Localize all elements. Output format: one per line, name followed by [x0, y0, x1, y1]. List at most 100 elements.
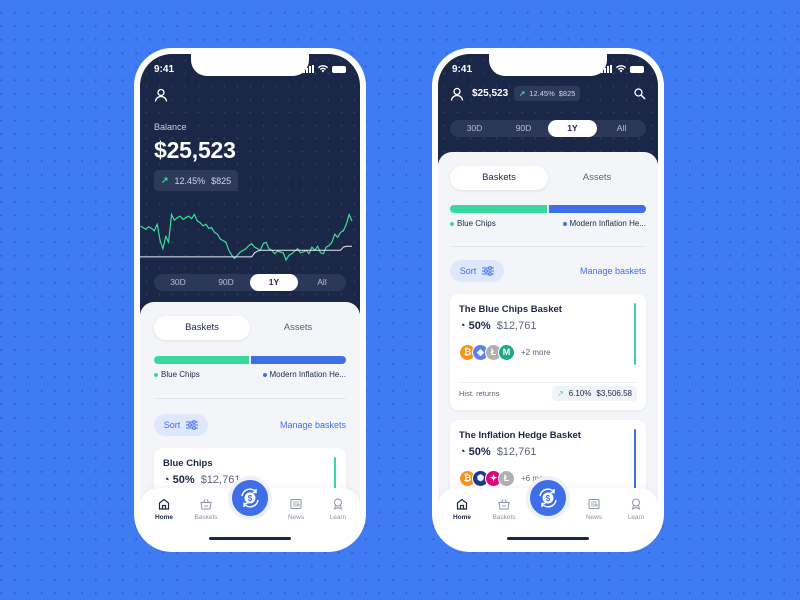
svg-text:$: $ [248, 494, 253, 503]
phone-home-screen: 9:41 Balance $25,523 ↗ 12.45% $825 30D 9… [134, 48, 366, 552]
nav-news[interactable]: News [278, 498, 314, 521]
range-90d[interactable]: 90D [202, 274, 250, 291]
nav-home[interactable]: Home [146, 498, 182, 521]
range-all[interactable]: All [597, 120, 646, 137]
home-icon [158, 498, 170, 510]
basket-icon [498, 499, 510, 510]
hist-pct: 6.10% [568, 389, 592, 398]
allocation-bar [154, 356, 346, 364]
svg-text:$: $ [546, 494, 551, 503]
legend-inflation: Modern Inflation He... [569, 219, 646, 228]
nav-label: Baskets [194, 514, 218, 521]
news-icon [588, 499, 600, 509]
award-icon [631, 498, 641, 510]
nav-baskets[interactable]: Baskets [486, 498, 522, 521]
nav-baskets[interactable]: Baskets [188, 498, 224, 521]
exchange-button[interactable]: $ [526, 476, 570, 520]
basket-card-blue-chips[interactable]: The Blue Chips Basket ◔ 50% $12,761 ₿ ◆ Ł … [450, 294, 646, 410]
manage-baskets-link[interactable]: Manage baskets [580, 266, 646, 276]
change-pct: 12.45% [529, 89, 555, 98]
balance-chart [140, 212, 353, 262]
notch [191, 54, 309, 76]
sort-button[interactable]: Sort [154, 414, 208, 436]
basket-icon [200, 499, 212, 510]
exchange-dollar-icon: $ [241, 488, 259, 508]
allocation-legend: Blue Chips Modern Inflation He... [154, 370, 346, 382]
range-1y[interactable]: 1Y [548, 120, 597, 137]
nav-news[interactable]: News [576, 498, 612, 521]
pie-icon: ◔ [163, 474, 170, 486]
nav-label: Learn [329, 514, 347, 521]
battery-icon [630, 65, 644, 73]
divider [154, 398, 346, 399]
range-30d[interactable]: 30D [154, 274, 202, 291]
basket-title: The Inflation Hedge Basket [459, 430, 581, 441]
manage-baskets-link[interactable]: Manage baskets [280, 420, 346, 430]
sort-label: Sort [163, 420, 181, 430]
arrow-up-right-icon: ↗ [519, 89, 526, 98]
tab-baskets[interactable]: Baskets [154, 316, 250, 340]
search-icon[interactable] [634, 88, 646, 100]
screen: 9:41 $25,523 ↗ 12.45% $825 30D 90D 1Y Al… [438, 54, 658, 546]
arrow-up-right-icon: ↗ [161, 175, 169, 185]
allocation-segment-inflation [549, 205, 646, 213]
nav-learn[interactable]: Learn [618, 498, 654, 521]
legend-blue-chips: Blue Chips [161, 370, 200, 379]
battery-icon [332, 65, 346, 73]
nav-label: News [585, 514, 603, 521]
legend-dot [154, 372, 158, 377]
allocation-segment-inflation [251, 356, 346, 364]
nav-label: Learn [627, 514, 645, 521]
balance-value: $25,523 [154, 137, 236, 163]
basket-title: The Blue Chips Basket [459, 304, 562, 315]
hist-returns-value: ↗ 6.10% $3,506.58 [552, 386, 637, 401]
range-all[interactable]: All [298, 274, 346, 291]
range-selector: 30D 90D 1Y All [154, 274, 346, 291]
bottom-nav: Home Baskets $ News Learn [438, 476, 658, 546]
nav-label: Home [154, 514, 174, 521]
profile-icon[interactable] [450, 87, 464, 101]
basket-amount: $12,761 [496, 320, 537, 332]
range-30d[interactable]: 30D [450, 120, 499, 137]
change-amount: $825 [558, 89, 576, 98]
hist-returns-label: Hist. returns [459, 389, 500, 398]
allocation-segment-blue-chips [154, 356, 249, 364]
nav-home[interactable]: Home [444, 498, 480, 521]
wifi-icon [616, 65, 626, 73]
bottom-nav: Home Baskets $ News Learn [140, 476, 360, 546]
legend-dot [562, 221, 567, 226]
change-pct: 12.45% [174, 175, 206, 186]
balance-label: Balance [154, 122, 187, 132]
status-time: 9:41 [154, 64, 175, 75]
screen: 9:41 Balance $25,523 ↗ 12.45% $825 30D 9… [140, 54, 360, 546]
tabs: Baskets Assets [154, 316, 346, 340]
nav-learn[interactable]: Learn [320, 498, 356, 521]
change-chip: ↗ 12.45% $825 [154, 170, 239, 191]
profile-icon[interactable] [154, 88, 168, 102]
basket-title: Blue Chips [163, 458, 213, 469]
legend-inflation: Modern Inflation He... [269, 370, 346, 379]
exchange-dollar-icon: $ [539, 488, 557, 508]
change-amount: $825 [211, 175, 232, 186]
coin-icon: M [498, 344, 515, 361]
legend-dot [262, 372, 267, 377]
tab-assets[interactable]: Assets [548, 166, 646, 190]
pie-icon: ◔ [459, 446, 466, 458]
phone-baskets-screen: 9:41 $25,523 ↗ 12.45% $825 30D 90D 1Y Al… [432, 48, 664, 552]
basket-pct: 50% [468, 320, 491, 332]
coin-stack: ₿ ◆ Ł M +2 more [459, 344, 551, 361]
range-90d[interactable]: 90D [499, 120, 548, 137]
tab-baskets[interactable]: Baskets [450, 166, 548, 190]
news-icon [290, 499, 302, 509]
range-1y[interactable]: 1Y [250, 274, 298, 291]
nav-label: News [287, 514, 305, 521]
tabs: Baskets Assets [450, 166, 646, 190]
sort-button[interactable]: Sort [450, 260, 504, 282]
balance-value: $25,523 [472, 88, 509, 99]
basket-amount: $12,761 [496, 446, 537, 458]
allocation-bar [450, 205, 646, 213]
wifi-icon [318, 65, 328, 73]
hist-amount: $3,506.58 [596, 389, 632, 398]
exchange-button[interactable]: $ [228, 476, 272, 520]
tab-assets[interactable]: Assets [250, 316, 346, 340]
